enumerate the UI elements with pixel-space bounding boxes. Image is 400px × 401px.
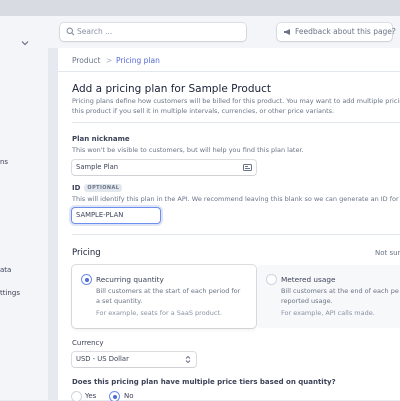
recurring-quantity-description: Bill customers at the start of each peri…: [96, 287, 241, 305]
nickname-field[interactable]: Sample Plan: [72, 160, 256, 175]
currency-select[interactable]: USD - US Dollar: [72, 352, 196, 367]
page-description-line: Pricing plans define how customers will …: [72, 97, 400, 105]
plan-id-value: SAMPLE-PLAN: [76, 211, 124, 219]
page-description: Pricing plans define how customers will …: [72, 97, 400, 116]
chevron-down-icon[interactable]: [20, 38, 30, 48]
metered-usage-example: For example, API calls made.: [281, 309, 375, 317]
tiers-yes-label: Yes: [85, 392, 97, 400]
breadcrumb-separator: >: [106, 56, 113, 65]
breadcrumb: Product > Pricing plan: [58, 48, 400, 72]
metered-usage-radio[interactable]: [267, 275, 276, 284]
plan-id-field[interactable]: SAMPLE-PLAN: [72, 208, 160, 223]
sidebar-item-fragment[interactable]: ttings: [0, 289, 20, 297]
search-icon: [66, 27, 75, 36]
page-description-line: this product if you sell it in multiple …: [72, 106, 335, 115]
top-strip: [0, 0, 400, 16]
page-title: Add a pricing plan for Sample Product: [72, 83, 272, 95]
currency-label: Currency: [72, 339, 104, 347]
search-input[interactable]: Search ...: [60, 23, 246, 41]
recurring-quantity-option[interactable]: Recurring quantity Bill customers at the…: [72, 265, 256, 328]
breadcrumb-product[interactable]: Product: [72, 56, 100, 65]
recurring-quantity-example: For example, seats for a SaaS product.: [96, 309, 223, 317]
plan-id-help: This will identify this plan in the API.…: [72, 195, 400, 203]
not-sure-link[interactable]: Not sure: [375, 249, 400, 257]
feedback-label: Feedback about this page?: [295, 27, 396, 36]
megaphone-icon: [284, 29, 290, 35]
sidebar: ns ata ttings: [0, 16, 48, 400]
main-panel: Product > Pricing plan Add a pricing pla…: [57, 48, 400, 401]
sidebar-item-fragment[interactable]: ns: [0, 158, 8, 166]
divider: [72, 122, 400, 123]
metered-usage-description: Bill customers at the end of each pe rep…: [281, 287, 400, 306]
nickname-label: Plan nickname: [72, 135, 130, 143]
search-placeholder: Search ...: [77, 27, 113, 36]
recurring-quantity-radio[interactable]: [82, 275, 91, 284]
contact-card-icon: [243, 164, 252, 171]
feedback-button[interactable]: Feedback about this page?: [277, 23, 396, 41]
pricing-title: Pricing: [72, 248, 101, 258]
metered-usage-description-line: Bill customers at the end of each pe: [281, 287, 399, 295]
metered-usage-description-line: reported usage.: [281, 296, 333, 305]
plan-id-label: ID OPTIONAL: [72, 184, 123, 192]
divider: [72, 234, 400, 235]
breadcrumb-current: Pricing plan: [116, 56, 160, 65]
tiers-no-label: No: [124, 392, 134, 400]
metered-usage-title: Metered usage: [281, 275, 336, 284]
tiers-question: Does this pricing plan have multiple pri…: [72, 378, 336, 386]
sidebar-item-fragment[interactable]: ata: [0, 266, 11, 274]
currency-value: USD - US Dollar: [76, 355, 129, 363]
plan-id-label-text: ID: [72, 184, 81, 192]
recurring-quantity-title: Recurring quantity: [96, 275, 164, 284]
chevron-up-down-icon: [185, 355, 191, 364]
metered-usage-option[interactable]: Metered usage Bill customers at the end …: [257, 265, 400, 328]
nickname-help: This won't be visible to customers, but …: [72, 146, 304, 154]
optional-badge: OPTIONAL: [84, 184, 123, 192]
nickname-value: Sample Plan: [76, 163, 119, 171]
